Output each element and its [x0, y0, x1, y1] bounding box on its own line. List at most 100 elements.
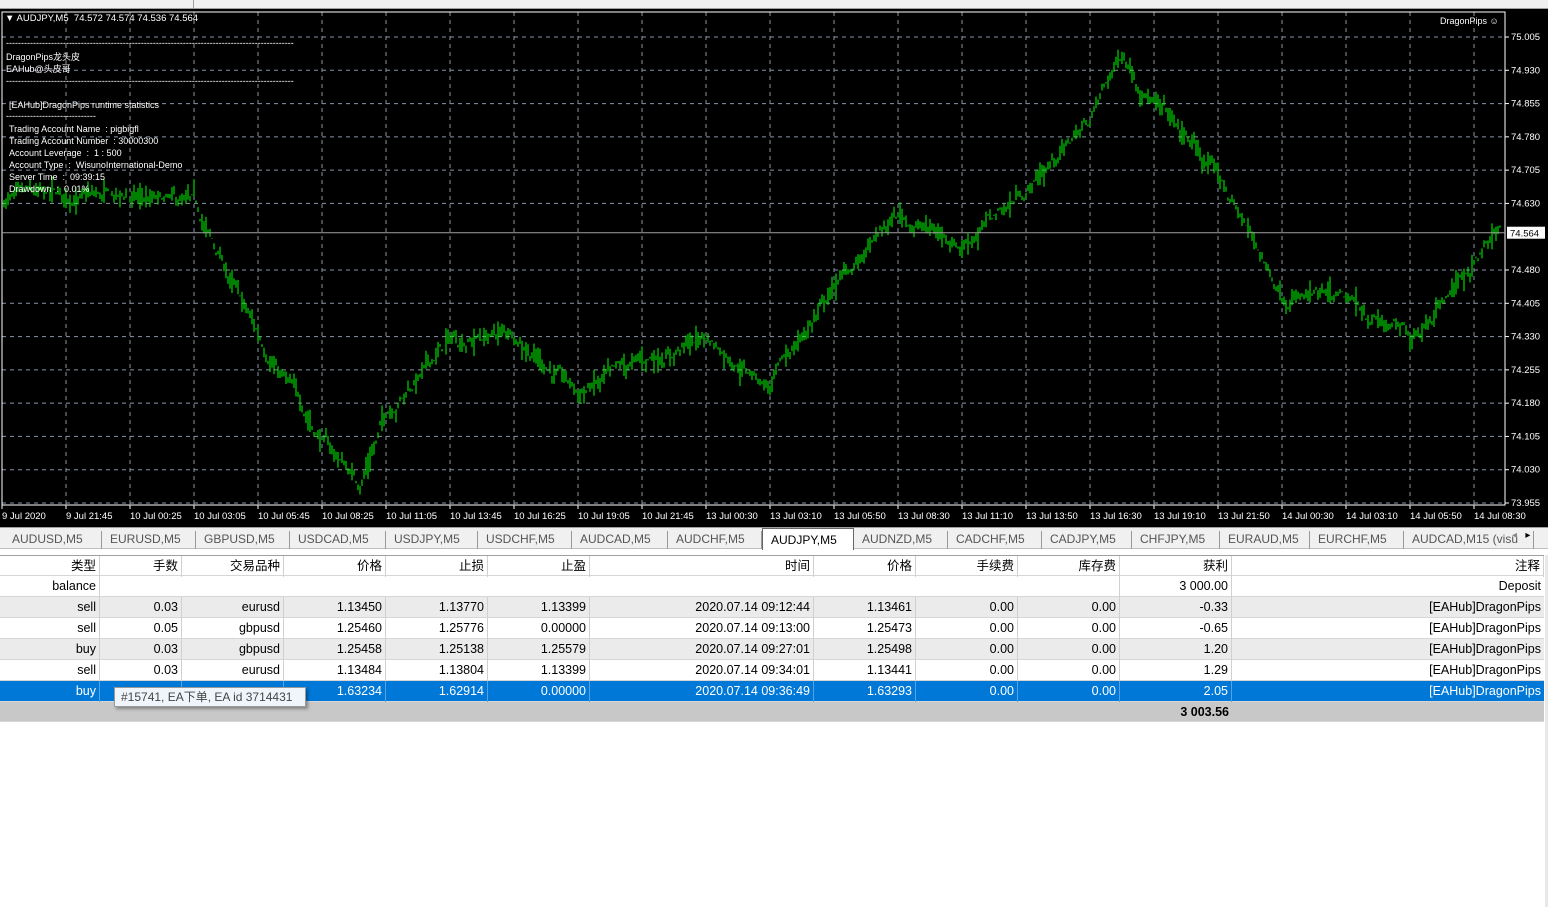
x-tick-label: 14 Jul 03:10: [1346, 511, 1398, 522]
x-tick-label: 10 Jul 13:45: [450, 511, 502, 522]
stat-drawdown: Drawdown : 0.01%: [9, 184, 90, 194]
cell-time: 2020.07.14 09:34:01: [590, 660, 814, 681]
tab-audusd-m5[interactable]: AUDUSD,M5: [4, 531, 102, 549]
cell-stop-loss: 1.62914: [386, 681, 488, 702]
cell-profit: 1.20: [1120, 639, 1232, 660]
overlay-separator: ----------------------------------------…: [6, 38, 294, 48]
column-header-time[interactable]: 时间: [590, 556, 814, 577]
cell-swap: 0.00: [1018, 681, 1120, 702]
x-tick-label: 9 Jul 2020: [2, 511, 46, 522]
cell-comment: [EAHub]DragonPips: [1429, 684, 1541, 698]
column-header-comment[interactable]: 注释: [1232, 556, 1544, 577]
column-header-profit[interactable]: 获利: [1120, 556, 1232, 577]
overlay-separator: ----------------------------------------…: [6, 76, 294, 86]
balance-row[interactable]: balance 3 000.00 Deposit: [0, 576, 1544, 597]
stats-separator: ------------------------------: [6, 111, 96, 121]
collapse-triangle-icon[interactable]: ▼: [5, 13, 17, 24]
chart-header: ▼ AUDJPY,M5 74.572 74.574 74.536 74.564: [5, 13, 198, 25]
stat-account-number: Trading Account Number : 30000300: [9, 136, 159, 146]
stat-account-type: Account Type : WisunoInternational-Demo: [9, 160, 183, 170]
cell-comment: [EAHub]DragonPips: [1429, 600, 1541, 614]
column-header-commission[interactable]: 手续费: [916, 556, 1018, 577]
x-tick-label: 14 Jul 00:30: [1282, 511, 1334, 522]
cell-type: buy: [0, 639, 100, 660]
column-header-price[interactable]: 价格: [814, 556, 916, 577]
cell-price: 1.13441: [814, 660, 916, 681]
x-tick-label: 14 Jul 05:50: [1410, 511, 1462, 522]
column-header-type[interactable]: 类型: [0, 556, 100, 577]
column-header-stop-loss[interactable]: 止损: [386, 556, 488, 577]
tab-eurchf-m5[interactable]: EURCHF,M5: [1310, 531, 1404, 549]
y-tick-label: 74.855: [1511, 99, 1540, 110]
cell-time: 2020.07.14 09:36:49: [590, 681, 814, 702]
y-tick-label: 74.105: [1511, 431, 1540, 442]
column-header-swap[interactable]: 库存费: [1018, 556, 1120, 577]
x-tick-label: 13 Jul 13:50: [1026, 511, 1078, 522]
cell-commission: 0.00: [916, 597, 1018, 618]
current-price-label: 74.564: [1510, 229, 1539, 240]
column-header-open-price[interactable]: 价格: [284, 556, 386, 577]
tab-usdjpy-m5[interactable]: USDJPY,M5: [386, 531, 478, 549]
cell-stop-loss: 1.25776: [386, 618, 488, 639]
cell-symbol: eurusd: [182, 660, 284, 681]
tab-gbpusd-m5[interactable]: GBPUSD,M5: [196, 531, 290, 549]
cell-profit: -0.33: [1120, 597, 1232, 618]
price-chart[interactable]: 75.005 74.930 74.855 74.780 74.705 74.630 74.4…: [0, 9, 1548, 527]
smiley-icon: ☺: [1489, 16, 1499, 26]
table-header[interactable]: 类型 手数 交易品种 价格 止损 止盈 时间 价格 手续费 库存费 获利 注释: [0, 555, 1544, 577]
trade-row[interactable]: sell 0.05 gbpusd 1.25460 1.25776 0.00000 2020.…: [0, 618, 1544, 639]
scroll-left-icon[interactable]: ◂: [1512, 530, 1517, 541]
cell-take-profit: 1.25579: [488, 639, 590, 660]
cell-price: 1.63293: [814, 681, 916, 702]
cell-symbol: gbpusd: [182, 639, 284, 660]
x-tick-label: 9 Jul 21:45: [66, 511, 112, 522]
tab-audnzd-m5[interactable]: AUDNZD,M5: [854, 531, 948, 549]
x-tick-label: 10 Jul 16:25: [514, 511, 566, 522]
scroll-right-icon[interactable]: ▸: [1525, 530, 1530, 541]
trade-row[interactable]: sell 0.03 eurusd 1.13450 1.13770 1.13399 2020.…: [0, 597, 1544, 618]
tab-usdchf-m5[interactable]: USDCHF,M5: [478, 531, 572, 549]
y-tick-label: 73.955: [1511, 498, 1540, 509]
cell-take-profit: 0.00000: [488, 618, 590, 639]
price-bars: [3, 49, 1501, 495]
trade-row[interactable]: buy 0.03 gbpusd 1.25458 1.25138 1.25579 2020.0…: [0, 639, 1544, 660]
tab-audjpy-m5[interactable]: AUDJPY,M5: [762, 528, 854, 550]
cell-price: 1.13461: [814, 597, 916, 618]
cell-profit: -0.65: [1120, 618, 1232, 639]
cell-comment: Deposit: [1498, 579, 1541, 593]
x-tick-label: 13 Jul 21:50: [1218, 511, 1270, 522]
column-header-lots[interactable]: 手数: [100, 556, 182, 577]
y-tick-label: 74.630: [1511, 198, 1540, 209]
tab-euraud-m5[interactable]: EURAUD,M5: [1220, 531, 1310, 549]
cell-symbol: gbpusd: [182, 618, 284, 639]
tab-eurusd-m5[interactable]: EURUSD,M5: [102, 531, 196, 549]
cell-swap: 0.00: [1018, 660, 1120, 681]
y-tick-label: 74.705: [1511, 165, 1540, 176]
chart-tabs: AUDUSD,M5 EURUSD,M5 GBPUSD,M5 USDCAD,M5 USDJ…: [0, 527, 1548, 550]
ea-badge[interactable]: DragonPips ☺: [1440, 15, 1499, 27]
tab-chfjpy-m5[interactable]: CHFJPY,M5: [1132, 531, 1220, 549]
cell-commission: 0.00: [916, 660, 1018, 681]
cell-comment: [EAHub]DragonPips: [1429, 642, 1541, 656]
tab-usdcad-m5[interactable]: USDCAD,M5: [290, 531, 386, 549]
cell-lots: 0.05: [100, 618, 182, 639]
x-tick-label: 10 Jul 05:45: [258, 511, 310, 522]
tab-cadchf-m5[interactable]: CADCHF,M5: [948, 531, 1042, 549]
cell-profit: 3 003.56: [1180, 705, 1229, 719]
cell-type: sell: [0, 618, 100, 639]
stat-leverage: Account Leverage : 1 : 500: [9, 148, 122, 158]
x-tick-label: 10 Jul 19:05: [578, 511, 630, 522]
cell-lots: 0.03: [100, 639, 182, 660]
tab-audcad-m5[interactable]: AUDCAD,M5: [572, 531, 668, 549]
tab-audchf-m5[interactable]: AUDCHF,M5: [668, 531, 762, 549]
cell-stop-loss: 1.13804: [386, 660, 488, 681]
column-header-take-profit[interactable]: 止盈: [488, 556, 590, 577]
cell-symbol: eurusd: [182, 597, 284, 618]
chart-ohlc: 74.572 74.574 74.536 74.564: [73, 13, 199, 24]
tab-cadjpy-m5[interactable]: CADJPY,M5: [1042, 531, 1132, 549]
stat-account-name: Trading Account Name : pigbigfl: [9, 124, 139, 134]
column-header-symbol[interactable]: 交易品种: [182, 556, 284, 577]
overlay-brand: DragonPips龙头皮: [6, 52, 81, 62]
trade-row[interactable]: sell 0.03 eurusd 1.13484 1.13804 1.13399 2020.…: [0, 660, 1544, 681]
cell-price: 1.25498: [814, 639, 916, 660]
